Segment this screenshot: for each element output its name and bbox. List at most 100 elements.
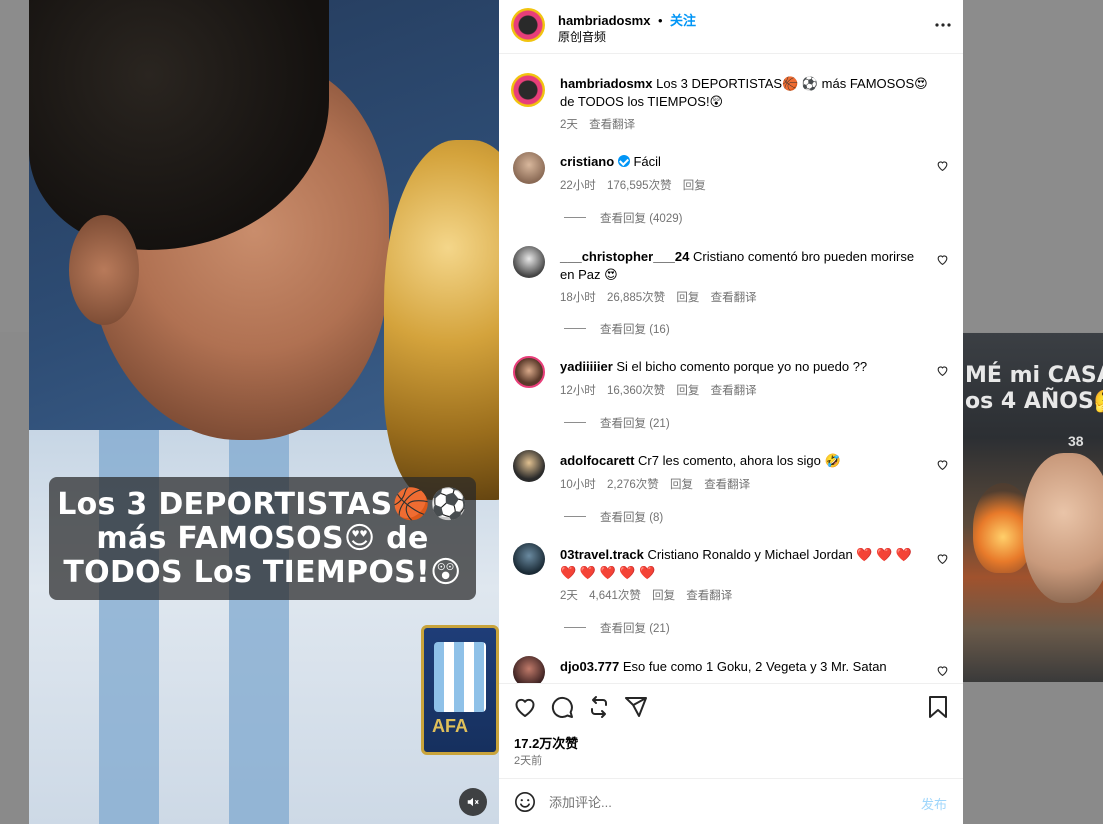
- author-avatar[interactable]: [511, 8, 545, 42]
- view-replies-link[interactable]: 查看回复 (21): [600, 415, 670, 431]
- comment-text: Cr7 les comento, ahora los sigo 🤣: [638, 453, 841, 468]
- image-caption-line-2: más FAMOSOS😍 de: [96, 521, 429, 556]
- follow-button[interactable]: 关注: [670, 13, 696, 28]
- comment-icon[interactable]: [550, 695, 574, 719]
- comment-avatar[interactable]: [513, 152, 545, 184]
- comment-avatar[interactable]: [513, 543, 545, 575]
- thumbnail-text-line-2: os 4 AÑOS🤔: [965, 389, 1103, 414]
- post-panel: hambriadosmx • 关注 原创音频 hambriadosmx Los …: [499, 0, 963, 824]
- comment-heart-icon[interactable]: [936, 364, 949, 377]
- emoji-icon[interactable]: [514, 791, 536, 813]
- comment-text: Si el bicho comento porque yo no puedo ?…: [616, 359, 868, 374]
- author-username[interactable]: hambriadosmx: [558, 13, 650, 28]
- comment-input[interactable]: [549, 791, 899, 813]
- comment-time: 18小时: [560, 292, 596, 304]
- comment-translate-link[interactable]: 查看翻译: [711, 292, 757, 304]
- comment-username[interactable]: ___christopher___24: [560, 249, 689, 264]
- comment-likes[interactable]: 176,595次赞: [607, 180, 672, 192]
- share-icon[interactable]: [624, 695, 648, 719]
- comment-time: 2天: [560, 590, 578, 602]
- afa-badge-text: AFA: [432, 716, 468, 736]
- post-actions: 17.2万次赞 2天前: [499, 683, 963, 777]
- comment-body: ___christopher___24 Cristiano comentó br…: [560, 248, 930, 284]
- comment-meta: 10小时 2,276次赞 回复 查看翻译: [560, 476, 750, 492]
- post-media[interactable]: AFA Los 3 DEPORTISTAS🏀⚽ más FAMOSOS😍 de …: [29, 0, 499, 824]
- next-post-thumbnail[interactable]: 38 MÉ mi CASA os 4 AÑOS🤔: [963, 333, 1103, 682]
- comment-username[interactable]: 03travel.track: [560, 547, 644, 562]
- comment-avatar[interactable]: [513, 246, 545, 278]
- comment-username[interactable]: djo03.777: [560, 659, 619, 674]
- comment-body: cristiano Fácil: [560, 154, 920, 169]
- caption-username[interactable]: hambriadosmx: [560, 76, 652, 91]
- comment-heart-icon[interactable]: [936, 458, 949, 471]
- comment-meta: 2天 4,641次赞 回复 查看翻译: [560, 587, 732, 603]
- caption-translate-link[interactable]: 查看翻译: [589, 119, 635, 131]
- comment-reply-link[interactable]: 回复: [670, 479, 693, 491]
- view-replies-line: [564, 217, 586, 218]
- view-replies-link[interactable]: 查看回复 (8): [600, 509, 663, 525]
- view-replies-line: [564, 627, 586, 628]
- comment-reply-link[interactable]: 回复: [683, 180, 706, 192]
- comment-body: 03travel.track Cristiano Ronaldo y Micha…: [560, 546, 930, 582]
- comment-time: 12小时: [560, 385, 596, 397]
- afa-badge-stripes: [434, 642, 486, 712]
- comment-heart-icon[interactable]: [936, 664, 949, 677]
- comment-avatar[interactable]: [513, 656, 545, 683]
- comment-reply-link[interactable]: 回复: [676, 292, 699, 304]
- comment-heart-icon[interactable]: [936, 552, 949, 565]
- post-comment-button[interactable]: 发布: [921, 794, 947, 813]
- bookmark-icon[interactable]: [927, 695, 949, 719]
- comment-translate-link[interactable]: 查看翻译: [704, 479, 750, 491]
- repost-icon[interactable]: [587, 695, 611, 719]
- view-replies-link[interactable]: 查看回复 (4029): [600, 210, 682, 226]
- afa-badge: AFA: [421, 625, 499, 755]
- world-cup-trophy: [384, 140, 499, 500]
- comment-avatar[interactable]: [513, 356, 545, 388]
- comment-translate-link[interactable]: 查看翻译: [686, 590, 732, 602]
- post-date[interactable]: 2天前: [514, 752, 542, 768]
- comment-translate-link[interactable]: 查看翻译: [711, 385, 757, 397]
- view-replies-line: [564, 516, 586, 517]
- caption-author-avatar[interactable]: [511, 73, 545, 107]
- like-count[interactable]: 17.2万次赞: [514, 733, 578, 752]
- more-icon: [935, 23, 951, 27]
- post-header: hambriadosmx • 关注 原创音频: [499, 0, 963, 54]
- comment-heart-icon[interactable]: [936, 253, 949, 266]
- verified-icon: [617, 155, 630, 167]
- more-options-button[interactable]: [935, 17, 951, 38]
- caption-meta: 2天 查看翻译: [560, 116, 635, 132]
- comments-list[interactable]: hambriadosmx Los 3 DEPORTISTAS🏀 ⚽ más FA…: [499, 55, 963, 683]
- image-caption-box: Los 3 DEPORTISTAS🏀⚽ más FAMOSOS😍 de TODO…: [49, 477, 476, 600]
- comment-likes[interactable]: 26,885次赞: [607, 292, 665, 304]
- comment-reply-link[interactable]: 回复: [652, 590, 675, 602]
- comment-username[interactable]: cristiano: [560, 154, 614, 169]
- comment-body: adolfocarett Cr7 les comento, ahora los …: [560, 453, 930, 469]
- comment-username[interactable]: yadiiiiier: [560, 359, 613, 374]
- comment-meta: 22小时 176,595次赞 回复: [560, 177, 706, 193]
- comment-likes[interactable]: 16,360次赞: [607, 385, 665, 397]
- comment-username[interactable]: adolfocarett: [560, 453, 634, 468]
- mute-icon: [467, 797, 479, 807]
- comment-body: yadiiiiier Si el bicho comento porque yo…: [560, 359, 930, 374]
- view-replies-line: [564, 422, 586, 423]
- comment-meta: 12小时 16,360次赞 回复 查看翻译: [560, 382, 757, 398]
- thumbnail-text: MÉ mi CASA os 4 AÑOS🤔: [963, 363, 1103, 415]
- comment-likes[interactable]: 4,641次赞: [589, 590, 641, 602]
- comment-time: 10小时: [560, 479, 596, 491]
- comment-avatar[interactable]: [513, 450, 545, 482]
- audio-label[interactable]: 原创音频: [558, 28, 606, 45]
- comment-likes[interactable]: 2,276次赞: [607, 479, 659, 491]
- image-caption-line-3: TODOS Los TIEMPOS!😲: [63, 555, 462, 590]
- comment-time: 22小时: [560, 180, 596, 192]
- header-separator: •: [657, 13, 663, 28]
- author-line: hambriadosmx • 关注: [558, 10, 696, 30]
- view-replies-link[interactable]: 查看回复 (16): [600, 321, 670, 337]
- heart-icon[interactable]: [513, 695, 537, 719]
- view-replies-link[interactable]: 查看回复 (21): [600, 620, 670, 636]
- comment-text: Eso fue como 1 Goku, 2 Vegeta y 3 Mr. Sa…: [622, 659, 887, 674]
- mute-button[interactable]: [459, 788, 487, 816]
- image-caption-line-1: Los 3 DEPORTISTAS🏀⚽: [57, 487, 468, 522]
- comment-text: Fácil: [633, 154, 661, 169]
- comment-heart-icon[interactable]: [936, 159, 949, 172]
- comment-reply-link[interactable]: 回复: [676, 385, 699, 397]
